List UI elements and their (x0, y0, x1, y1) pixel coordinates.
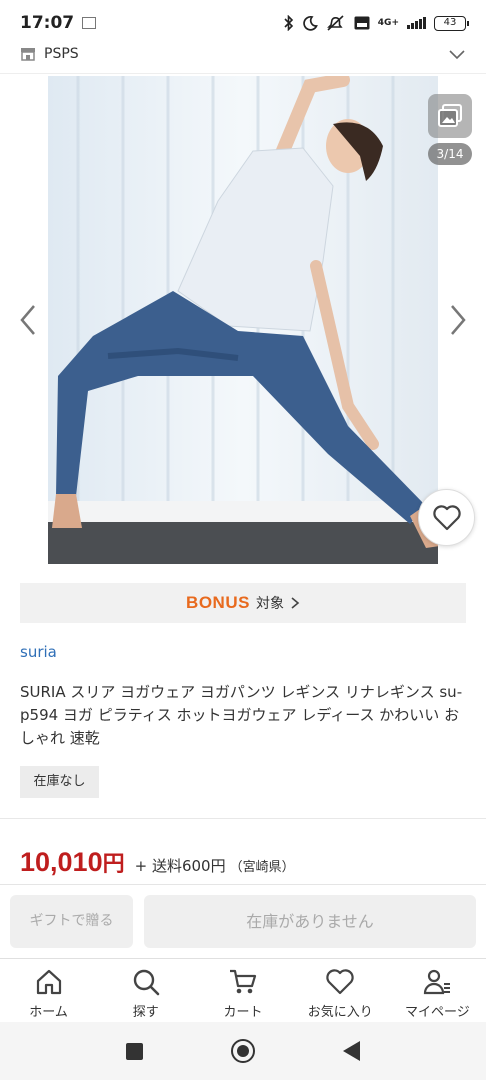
recent-apps-button[interactable] (126, 1042, 143, 1060)
tab-label: お気に入り (307, 1005, 373, 1020)
tab-home[interactable]: ホーム (0, 959, 97, 1022)
image-gallery-icon (438, 104, 462, 127)
bottom-tab-bar: ホーム 探す カート お気に入り マイページ (0, 958, 486, 1022)
price-row: 10,010 円 + 送料600円 （宮崎県） (20, 846, 295, 878)
bonus-label: 対象 (255, 596, 284, 612)
status-icons: 4G+ 43 (284, 15, 469, 31)
chevron-right-icon (291, 597, 300, 609)
signal-icon (407, 17, 426, 29)
bonus-banner[interactable]: BONUS 対象 (20, 583, 466, 623)
stock-status-badge: 在庫なし (20, 766, 99, 798)
battery-icon: 43 (434, 15, 469, 31)
tab-label: ホーム (29, 1005, 68, 1020)
product-title: SURIA スリア ヨガウェア ヨガパンツ レギンス リナレギンス su-p59… (20, 683, 463, 747)
price: 10,010 (20, 847, 103, 877)
home-button[interactable] (231, 1039, 255, 1063)
back-button[interactable] (343, 1041, 360, 1061)
volte-icon (354, 16, 370, 30)
search-icon (133, 969, 160, 996)
out-of-stock-button[interactable]: 在庫がありません (144, 895, 476, 948)
next-image-button[interactable] (444, 302, 472, 338)
prev-image-button[interactable] (14, 302, 42, 338)
product-image[interactable] (48, 76, 438, 564)
gallery-view-button[interactable] (428, 94, 472, 138)
store-icon (21, 47, 35, 61)
network-type: 4G+ (377, 17, 399, 28)
home-icon (36, 969, 61, 995)
user-icon (424, 969, 451, 995)
shop-header[interactable]: PSPS (0, 34, 486, 74)
price-unit: 円 (102, 852, 125, 877)
tab-mypage[interactable]: マイページ (389, 959, 486, 1022)
tab-label: カート (223, 1005, 263, 1020)
image-counter: 3/14 (428, 143, 472, 165)
tab-label: 探す (132, 1005, 159, 1020)
system-nav-bar (0, 1022, 486, 1080)
tab-cart[interactable]: カート (194, 959, 291, 1022)
product-gallery[interactable]: 3/14 (0, 76, 486, 566)
tab-favorites[interactable]: お気に入り (292, 959, 389, 1022)
tab-label: マイページ (405, 1005, 470, 1020)
notification-icon (82, 17, 97, 29)
bluetooth-icon (284, 15, 293, 31)
action-bar: ギフトで贈る 在庫がありません (0, 884, 486, 958)
shipping-fee: + 送料600円 (134, 857, 226, 875)
heart-icon (326, 969, 354, 995)
heart-icon (432, 504, 461, 530)
mute-icon (326, 15, 344, 31)
brand-link[interactable]: suria (20, 643, 57, 661)
shipping-region[interactable]: （宮崎県） (230, 856, 295, 875)
gift-button[interactable]: ギフトで贈る (10, 895, 133, 948)
shop-name: PSPS (44, 45, 79, 62)
moon-icon (303, 16, 318, 31)
divider (0, 818, 486, 819)
battery-level: 43 (443, 16, 457, 28)
cart-icon (230, 969, 257, 994)
chevron-down-icon[interactable] (448, 45, 466, 63)
clock: 17:07 (20, 13, 75, 33)
bonus-logo: BONUS (186, 593, 250, 612)
favorite-button[interactable] (418, 489, 475, 546)
tab-search[interactable]: 探す (97, 959, 194, 1022)
